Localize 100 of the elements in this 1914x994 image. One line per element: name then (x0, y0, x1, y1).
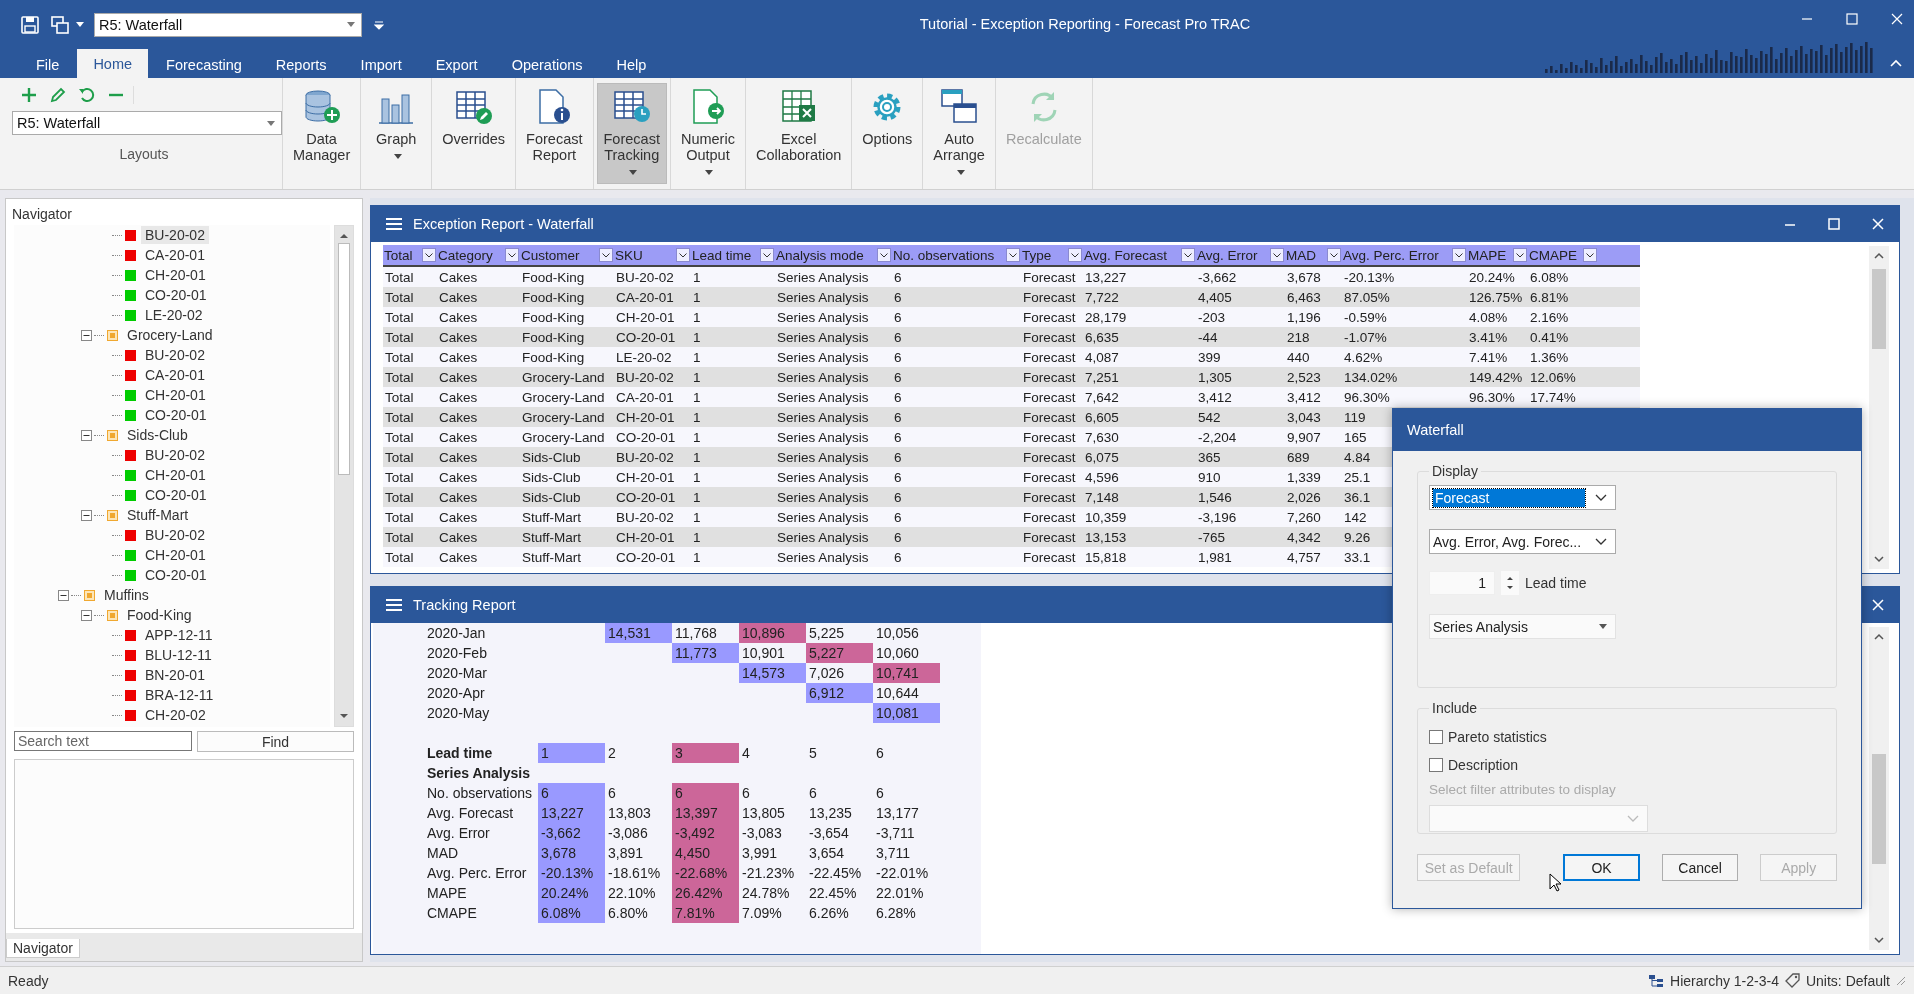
dialog-button[interactable]: OK (1563, 854, 1640, 881)
column-header[interactable]: Type (1022, 247, 1052, 263)
tree-item[interactable]: Grocery-Land (123, 326, 217, 344)
tree-item[interactable]: CH-20-02 (141, 706, 210, 724)
tree-item[interactable]: BU-20-02 (141, 526, 209, 544)
filter-dropdown-icon[interactable] (599, 248, 613, 262)
column-header[interactable]: MAPE (1468, 247, 1507, 263)
caret-icon[interactable] (347, 22, 355, 27)
scroll-thumb[interactable] (1872, 754, 1886, 864)
tree-item[interactable]: Food-King (123, 606, 196, 624)
checkbox[interactable] (1429, 758, 1443, 772)
caret-icon[interactable] (267, 120, 275, 126)
ribbon-button[interactable]: Numeric Output (673, 83, 742, 184)
column-header[interactable]: MAD (1286, 247, 1316, 263)
tree-item[interactable]: BU-20-02 (141, 346, 209, 364)
filter-dropdown-icon[interactable] (760, 248, 774, 262)
search-field[interactable]: Search text (14, 731, 192, 751)
tree-item[interactable]: BU-20-02 (141, 446, 209, 464)
tree-item[interactable]: BRA-12-11 (141, 686, 218, 704)
ribbon-tab[interactable]: Export (419, 51, 494, 78)
pencil-icon[interactable] (49, 86, 67, 104)
filter-dropdown-icon[interactable] (1181, 248, 1195, 262)
lead-time-field[interactable]: 1 (1429, 571, 1495, 595)
spin-buttons-icon[interactable] (1501, 571, 1519, 595)
scroll-thumb[interactable] (1872, 269, 1886, 349)
checkbox[interactable] (1429, 730, 1443, 744)
undo-icon[interactable] (78, 86, 96, 104)
save-icon[interactable] (20, 14, 40, 35)
tree-item[interactable]: Stuff-Mart (123, 506, 193, 524)
tree-item[interactable]: CA-20-01 (141, 366, 209, 384)
column-header[interactable]: Avg. Perc. Error (1343, 247, 1439, 263)
scrollbar[interactable] (334, 225, 354, 727)
layout-combo[interactable]: R5: Waterfall (12, 111, 282, 135)
statistics-dropdown[interactable]: Avg. Error, Avg. Forec... (1429, 529, 1616, 554)
ribbon-button[interactable]: Graph (364, 83, 429, 168)
ribbon-button[interactable]: Data Manager (286, 83, 358, 168)
ribbon-tab[interactable]: Forecasting (150, 51, 258, 78)
collapse-icon[interactable] (81, 509, 92, 521)
ribbon-tab[interactable]: Operations (495, 51, 599, 78)
filter-dropdown-icon[interactable] (1583, 248, 1597, 262)
column-header[interactable]: SKU (615, 247, 643, 263)
filter-dropdown-icon[interactable] (422, 248, 436, 262)
ribbon-tab[interactable]: Import (344, 51, 418, 78)
scrollbar[interactable] (1869, 246, 1889, 569)
find-button[interactable]: Find (197, 731, 354, 752)
tree-item[interactable]: BU-20-02 (141, 226, 209, 244)
menu-icon[interactable] (385, 598, 403, 612)
close-icon[interactable] (1871, 598, 1885, 612)
tree-item[interactable]: BN-20-01 (141, 666, 209, 684)
ribbon-button[interactable]: Excel Collaboration (748, 83, 849, 168)
customize-icon[interactable] (374, 19, 384, 30)
ribbon-button[interactable]: Options (855, 83, 920, 152)
tree-item[interactable]: CO-20-01 (141, 566, 211, 584)
caret-icon[interactable] (76, 21, 84, 28)
collapse-icon[interactable] (58, 589, 69, 601)
column-header[interactable]: Analysis mode (776, 247, 864, 263)
panel-tab[interactable]: Navigator (6, 939, 80, 958)
resize-grip-icon[interactable] (1896, 975, 1906, 986)
maximize-icon[interactable] (1845, 12, 1859, 26)
view-dropdown[interactable]: Forecast (1429, 485, 1616, 510)
scrollbar[interactable] (1869, 627, 1889, 950)
collapse-icon[interactable] (81, 429, 92, 441)
filter-dropdown-icon[interactable] (1452, 248, 1466, 262)
filter-dropdown-icon[interactable] (1327, 248, 1341, 262)
layout-combo[interactable]: R5: Waterfall (94, 12, 362, 37)
column-header[interactable]: Total (384, 247, 413, 263)
column-header[interactable]: Avg. Forecast (1084, 247, 1168, 263)
ribbon-tab[interactable]: Help (600, 51, 663, 78)
tree-item[interactable]: LE-20-02 (141, 306, 207, 324)
tree-item[interactable]: CH-20-01 (141, 386, 210, 404)
column-header[interactable]: CMAPE (1529, 247, 1577, 263)
column-header[interactable]: No. observations (893, 247, 995, 263)
ribbon-tab[interactable]: Reports (259, 51, 343, 78)
column-header[interactable]: Category (438, 247, 493, 263)
close-icon[interactable] (1871, 217, 1885, 231)
column-header[interactable]: Avg. Error (1197, 247, 1258, 263)
tree-item[interactable]: CA-20-01 (141, 246, 209, 264)
collapse-icon[interactable] (81, 329, 92, 341)
close-icon[interactable] (1890, 12, 1904, 26)
tree-item[interactable]: CH-20-01 (141, 266, 210, 284)
tree-item[interactable]: CO-20-01 (141, 286, 211, 304)
tree-item[interactable]: BLU-12-11 (141, 646, 216, 664)
tree-item[interactable]: CO-20-01 (141, 406, 211, 424)
filter-dropdown-icon[interactable] (1068, 248, 1082, 262)
tree-item[interactable]: CH-20-01 (141, 546, 210, 564)
windows-icon[interactable] (50, 14, 70, 35)
column-header[interactable]: Customer (521, 247, 580, 263)
collapse-ribbon-icon[interactable] (1890, 59, 1902, 67)
filter-dropdown-icon[interactable] (1006, 248, 1020, 262)
filter-dropdown-icon[interactable] (877, 248, 891, 262)
tree-item[interactable]: Muffins (100, 586, 153, 604)
ribbon-button[interactable]: Auto Arrange (926, 83, 992, 184)
ribbon-tab[interactable]: File (20, 51, 76, 78)
ribbon-button[interactable]: Forecast Tracking (596, 83, 667, 184)
collapse-icon[interactable] (81, 609, 92, 621)
tree-item[interactable]: APP-12-11 (141, 626, 217, 644)
filter-dropdown-icon[interactable] (1513, 248, 1527, 262)
ribbon-tab[interactable]: Home (77, 49, 149, 78)
dialog-button[interactable]: Cancel (1661, 854, 1739, 881)
scroll-thumb[interactable] (338, 243, 350, 475)
